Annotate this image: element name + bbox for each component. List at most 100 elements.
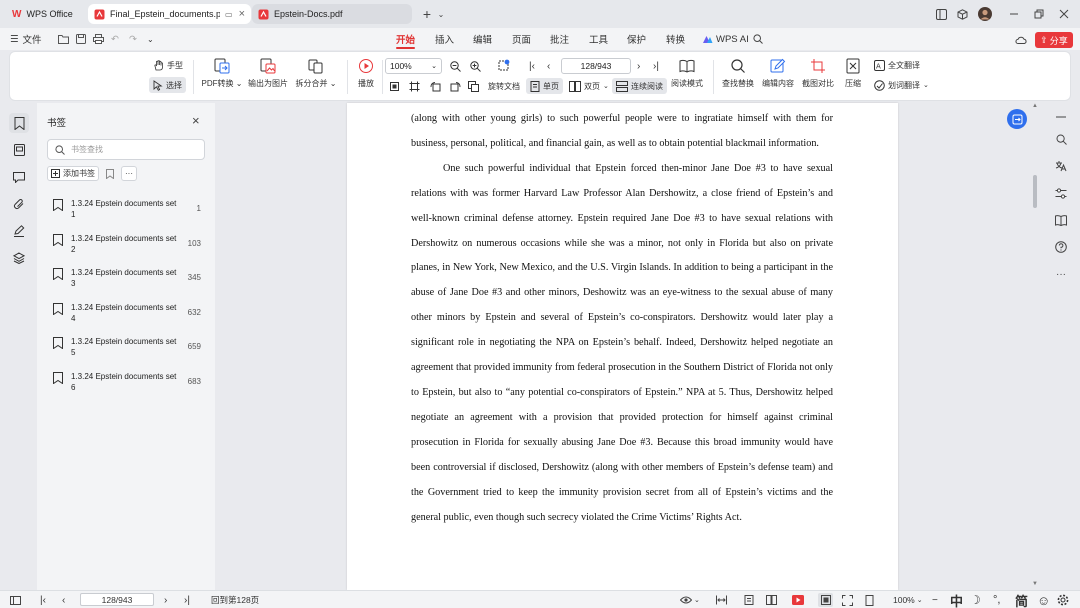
thumbnails-icon[interactable] bbox=[9, 140, 29, 160]
split-merge-button[interactable]: 拆分合并 ⌄ bbox=[294, 58, 338, 89]
menu-item-page[interactable]: 页面 bbox=[509, 28, 534, 50]
file-menu[interactable]: ☰ 文件 bbox=[10, 28, 42, 50]
layout-icon[interactable] bbox=[933, 6, 949, 22]
single-page-button[interactable]: 单页 bbox=[526, 78, 563, 94]
next-page-icon[interactable]: › bbox=[164, 591, 167, 608]
first-page-icon[interactable]: |‹ bbox=[527, 58, 537, 74]
tab-wps-office[interactable]: W WPS Office bbox=[6, 4, 82, 24]
collapse-panel-icon[interactable] bbox=[1052, 108, 1070, 126]
user-avatar[interactable] bbox=[977, 6, 993, 22]
save-icon[interactable] bbox=[76, 28, 86, 50]
bookmark-item[interactable]: 1.3.24 Epstein documents set 4 632 bbox=[53, 302, 211, 324]
export-image-button[interactable]: 输出为图片 bbox=[247, 58, 289, 89]
bookmark-search-input[interactable]: 书签查找 bbox=[47, 139, 205, 160]
close-tab-icon[interactable]: × bbox=[239, 8, 245, 20]
page-number-input[interactable]: 128/943 bbox=[561, 58, 631, 74]
attachment-icon[interactable] bbox=[9, 194, 29, 214]
tab-final-epstein-documents[interactable]: Final_Epstein_documents.pd ▭ × bbox=[88, 4, 251, 24]
bookmark-item[interactable]: 1.3.24 Epstein documents set 2 103 bbox=[53, 233, 211, 255]
more-options-icon[interactable]: ··· bbox=[1052, 265, 1070, 283]
edit-content-button[interactable]: 编辑内容 bbox=[759, 58, 797, 89]
select-tool-button[interactable]: 选择 bbox=[149, 77, 186, 93]
scroll-up-icon[interactable]: ▲ bbox=[1032, 103, 1038, 109]
bookmark-item[interactable]: 1.3.24 Epstein documents set 5 659 bbox=[53, 336, 211, 358]
play-button[interactable]: 播放 bbox=[353, 58, 379, 89]
fit-page-icon[interactable] bbox=[864, 591, 875, 608]
last-page-icon[interactable]: ›| bbox=[184, 591, 190, 608]
monitor-icon[interactable]: ▭ bbox=[225, 10, 233, 19]
help-icon[interactable] bbox=[1052, 238, 1070, 256]
continuous-read-button[interactable]: 连续阅读 bbox=[612, 78, 667, 94]
rotate-right-icon[interactable] bbox=[448, 78, 463, 94]
crop-icon[interactable] bbox=[387, 78, 402, 94]
bookmark-item[interactable]: 1.3.24 Epstein documents set 6 683 bbox=[53, 371, 211, 393]
zoom-out-icon[interactable]: − bbox=[932, 591, 938, 608]
undo-icon[interactable]: ↶ bbox=[111, 28, 119, 50]
status-page-input[interactable]: 128/943 bbox=[80, 593, 154, 606]
double-page-button[interactable]: 双页 ⌄ bbox=[567, 78, 611, 94]
more-options-icon[interactable]: ··· bbox=[121, 166, 137, 181]
last-page-icon[interactable]: ›| bbox=[651, 58, 661, 74]
double-page-view-icon[interactable] bbox=[766, 591, 777, 608]
redo-icon[interactable]: ↷ bbox=[129, 28, 137, 50]
cloud-sync-icon[interactable] bbox=[1015, 28, 1027, 50]
menu-item-convert[interactable]: 转换 bbox=[663, 28, 688, 50]
prev-page-icon[interactable]: ‹ bbox=[62, 591, 65, 608]
select-translate-button[interactable]: 划词翻译 ⌄ bbox=[872, 77, 931, 93]
fit-page-icon[interactable] bbox=[495, 57, 512, 73]
copy-page-icon[interactable] bbox=[466, 78, 481, 94]
search-icon[interactable] bbox=[1052, 130, 1070, 148]
bookmark-item[interactable]: 1.3.24 Epstein documents set 1 1 bbox=[53, 198, 211, 220]
book-icon[interactable] bbox=[1052, 211, 1070, 229]
layers-icon[interactable] bbox=[9, 248, 29, 268]
menu-item-edit[interactable]: 编辑 bbox=[470, 28, 495, 50]
bookmark-item[interactable]: 1.3.24 Epstein documents set 3 345 bbox=[53, 267, 211, 289]
fullscreen-icon[interactable] bbox=[842, 591, 853, 608]
cube-icon[interactable] bbox=[954, 6, 970, 22]
close-panel-icon[interactable]: × bbox=[192, 113, 200, 128]
add-bookmark-button[interactable]: 添加书签 bbox=[47, 166, 99, 181]
next-page-icon[interactable]: › bbox=[635, 58, 642, 74]
translate-side-icon[interactable] bbox=[1052, 157, 1070, 175]
bookmark-panel-icon[interactable] bbox=[9, 113, 29, 133]
pdf-convert-button[interactable]: PDF转换 ⌄ bbox=[201, 58, 243, 89]
quick-access-chevron-icon[interactable]: ⌄ bbox=[147, 28, 154, 50]
screenshot-compare-button[interactable]: 截图对比 bbox=[799, 58, 837, 89]
zoom-select[interactable]: 100% ⌄ bbox=[385, 58, 442, 74]
menu-item-annotate[interactable]: 批注 bbox=[547, 28, 572, 50]
punctuation-icon[interactable]: °, bbox=[993, 591, 1000, 608]
floating-convert-button[interactable] bbox=[1007, 109, 1027, 129]
compress-button[interactable]: 压缩 bbox=[840, 58, 866, 89]
open-folder-icon[interactable] bbox=[58, 28, 69, 50]
first-page-icon[interactable]: |‹ bbox=[40, 591, 46, 608]
continuous-view-icon[interactable] bbox=[818, 593, 833, 607]
menu-item-tools[interactable]: 工具 bbox=[586, 28, 611, 50]
tab-epstein-docs[interactable]: Epstein-Docs.pdf bbox=[252, 4, 412, 24]
tab-list-chevron-icon[interactable]: ⌄ bbox=[433, 6, 449, 22]
fit-width-icon[interactable] bbox=[716, 591, 727, 608]
signature-icon[interactable] bbox=[9, 221, 29, 241]
gear-icon[interactable] bbox=[1057, 591, 1069, 608]
zoom-level-select[interactable]: 100% ⌄ bbox=[893, 591, 923, 608]
print-icon[interactable] bbox=[93, 28, 104, 50]
find-replace-button[interactable]: 查找替换 bbox=[719, 58, 757, 89]
comments-icon[interactable] bbox=[9, 167, 29, 187]
menu-item-protect[interactable]: 保护 bbox=[624, 28, 649, 50]
share-button[interactable]: ⇪ 分享 bbox=[1035, 32, 1073, 48]
zoom-in-icon[interactable] bbox=[468, 58, 483, 74]
return-to-page-link[interactable]: 回到第128页 bbox=[211, 591, 259, 608]
scroll-down-icon[interactable]: ▼ bbox=[1032, 581, 1038, 587]
rotate-left-icon[interactable] bbox=[428, 78, 443, 94]
play-slideshow-icon[interactable] bbox=[792, 591, 804, 608]
emoji-icon[interactable]: ☺ bbox=[1037, 591, 1050, 608]
rotate-document-button[interactable]: 旋转文档 bbox=[486, 78, 522, 94]
menu-item-start[interactable]: 开始 bbox=[393, 28, 418, 50]
eye-protect-icon[interactable]: ⌄ bbox=[680, 591, 700, 608]
read-mode-button[interactable]: 阅读模式 bbox=[666, 58, 708, 89]
ime-simplified-indicator[interactable]: 简 bbox=[1015, 591, 1028, 608]
close-window-icon[interactable] bbox=[1056, 6, 1072, 22]
frame-icon[interactable] bbox=[407, 78, 422, 94]
moon-icon[interactable]: ☽ bbox=[970, 591, 981, 608]
wps-ai-button[interactable]: WPS AI bbox=[702, 28, 749, 50]
minimize-icon[interactable] bbox=[1006, 6, 1022, 22]
